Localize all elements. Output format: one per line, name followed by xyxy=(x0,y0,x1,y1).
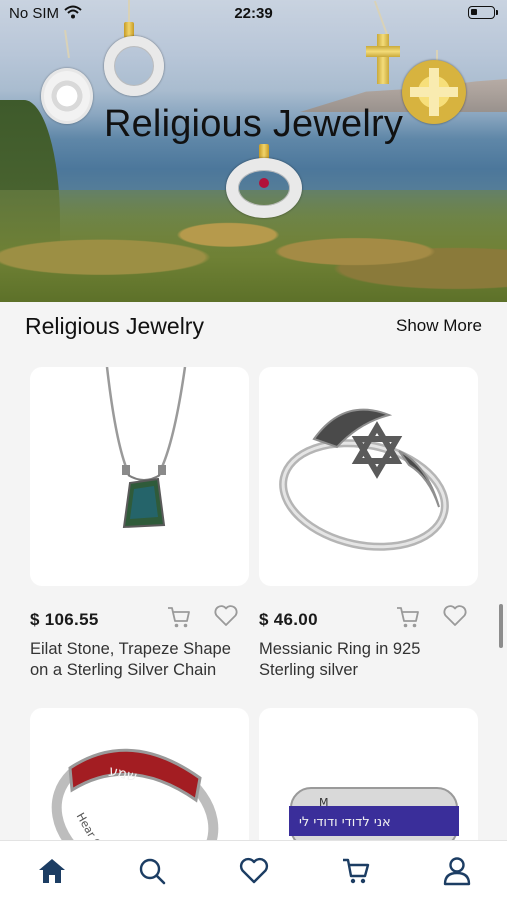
pendant-cross xyxy=(366,34,400,84)
scroll-indicator[interactable] xyxy=(499,604,503,648)
status-bar: No SIM 22:39 xyxy=(0,0,507,28)
search-icon[interactable] xyxy=(136,855,168,887)
favorite-heart-icon[interactable] xyxy=(213,603,239,629)
home-icon[interactable] xyxy=(36,855,68,887)
ring-image xyxy=(279,408,449,551)
battery-icon xyxy=(468,6,498,19)
pendant-gem xyxy=(259,178,269,188)
product-image[interactable] xyxy=(30,367,249,586)
show-more-button[interactable]: Show More xyxy=(396,316,482,336)
cart-icon[interactable] xyxy=(340,855,372,887)
pendant-chain xyxy=(64,29,70,59)
product-card[interactable]: $ 106.55 Eilat Stone, Trapeze Shape on a… xyxy=(30,367,249,679)
product-price: $ 106.55 xyxy=(30,610,99,629)
svg-text:אני לדודי ודודי לי: אני לדודי ודודי לי xyxy=(299,815,391,830)
hero-banner[interactable]: Religious Jewelry xyxy=(0,0,507,302)
section-title: Religious Jewelry xyxy=(25,313,204,339)
product-card[interactable]: $ 46.00 Messianic Ring in 925 Sterling s… xyxy=(259,367,478,679)
user-icon[interactable] xyxy=(441,855,473,887)
add-to-cart-icon[interactable] xyxy=(395,605,421,629)
product-name[interactable]: Messianic Ring in 925 Sterling silver xyxy=(259,639,478,681)
pendant-ring-engraved xyxy=(226,158,302,218)
product-price: $ 46.00 xyxy=(259,610,318,629)
product-image[interactable] xyxy=(259,367,478,586)
favorite-heart-icon[interactable] xyxy=(442,603,468,629)
pendant-ring-silver xyxy=(104,36,164,96)
necklace-image xyxy=(105,367,187,529)
tab-bar xyxy=(0,840,507,900)
hero-title: Religious Jewelry xyxy=(103,103,404,145)
svg-text:M: M xyxy=(319,796,329,809)
product-name[interactable]: Eilat Stone, Trapeze Shape on a Sterling… xyxy=(30,639,249,681)
add-to-cart-icon[interactable] xyxy=(166,605,192,629)
clock: 22:39 xyxy=(234,5,273,22)
heart-icon[interactable] xyxy=(238,855,270,887)
